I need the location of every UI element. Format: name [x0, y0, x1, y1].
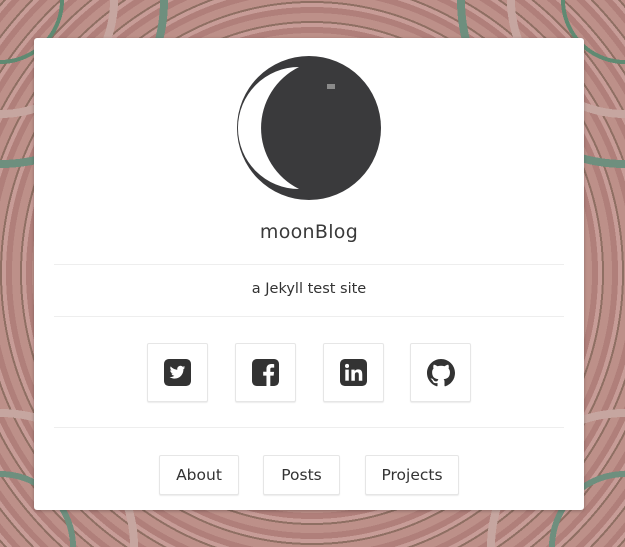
github-button[interactable]	[410, 343, 471, 402]
nav-projects-button[interactable]: Projects	[365, 455, 459, 495]
twitter-button[interactable]	[147, 343, 208, 402]
linkedin-button[interactable]	[323, 343, 384, 402]
linkedin-icon	[340, 359, 367, 386]
twitter-icon	[164, 359, 191, 386]
divider	[54, 264, 564, 265]
nav-links: About Posts Projects	[34, 455, 584, 495]
facebook-button[interactable]	[235, 343, 296, 402]
facebook-icon	[252, 359, 279, 386]
moon-logo-icon	[237, 56, 381, 200]
site-title: moonBlog	[259, 221, 359, 243]
github-icon	[426, 358, 455, 386]
divider	[54, 316, 564, 317]
divider	[54, 427, 564, 428]
site-tagline: a Jekyll test site	[251, 281, 367, 297]
nav-posts-button[interactable]: Posts	[263, 455, 340, 495]
profile-card: moonBlog a Jekyll test site About Posts …	[34, 38, 584, 510]
social-links	[34, 343, 584, 402]
nav-about-button[interactable]: About	[159, 455, 239, 495]
